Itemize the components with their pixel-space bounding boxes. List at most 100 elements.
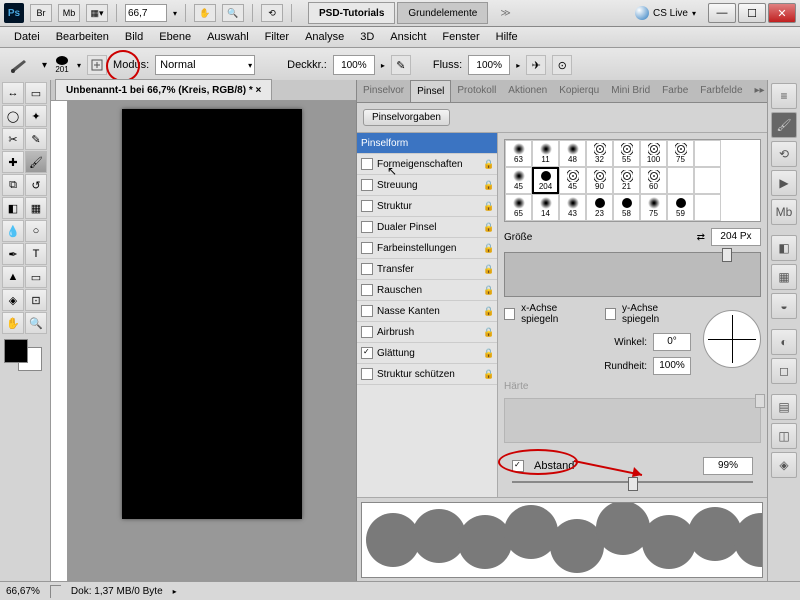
adjustments-dock-icon[interactable]: ◐ [771,329,797,355]
minimize-button[interactable]: — [708,3,736,23]
menu-hilfe[interactable]: Hilfe [488,27,526,47]
menu-bearbeiten[interactable]: Bearbeiten [48,27,117,47]
canvas[interactable] [122,109,302,519]
document-tab[interactable]: Unbenannt-1 bei 66,7% (Kreis, RGB/8) * × [55,79,272,101]
brush-cell[interactable] [667,167,694,194]
panel-tab-protokoll[interactable]: Protokoll [451,80,502,102]
shape-tool[interactable]: ▭ [25,266,47,288]
history-brush-tool[interactable]: ↺ [25,174,47,196]
type-tool[interactable]: T [25,243,47,265]
shape-option[interactable]: Struktur schützen🔒 [357,364,497,385]
heal-tool[interactable]: ✚ [2,151,24,173]
brush-cell[interactable]: 75 [640,194,667,221]
doc-pill-grund[interactable]: Grundelemente [397,2,488,24]
swatches-dock-icon[interactable]: ▦ [771,264,797,290]
paths-dock-icon[interactable]: ◈ [771,452,797,478]
pen-tool[interactable]: ✒ [2,243,24,265]
hand-tool[interactable]: ✋ [2,312,24,334]
wand-tool[interactable]: ✦ [25,105,47,127]
tab-close-icon[interactable]: × [256,85,262,96]
spacing-checkbox[interactable] [512,460,524,472]
brush-cell[interactable] [694,167,721,194]
brush-cell[interactable]: 100 [640,140,667,167]
panel-tab-pinsel[interactable]: Pinsel [410,80,451,103]
history-dock-icon[interactable]: ⟲ [771,141,797,167]
shape-option[interactable]: Struktur🔒 [357,196,497,217]
3d-tool[interactable]: ◈ [2,289,24,311]
pressure-size-icon[interactable]: ⊙ [552,55,572,75]
roundness-value[interactable]: 100% [653,357,691,375]
dodge-tool[interactable]: ○ [25,220,47,242]
brush-presets-button[interactable]: Pinselvorgaben [363,109,450,126]
more-icon[interactable]: ≫ [500,8,510,19]
layout-icon[interactable]: ▦▾ [86,4,108,22]
color-dock-icon[interactable]: ◧ [771,235,797,261]
brush-cell[interactable]: 90 [586,167,613,194]
shape-option[interactable]: Farbeinstellungen🔒 [357,238,497,259]
brush-cell[interactable]: 11 [532,140,559,167]
menu-ansicht[interactable]: Ansicht [382,27,434,47]
minibridge-icon[interactable]: Mb [58,4,80,22]
brush-grid[interactable]: 6311483255100754520445902160651443235875… [504,139,761,222]
maximize-button[interactable]: ☐ [738,3,766,23]
shape-option[interactable]: Rauschen🔒 [357,280,497,301]
pressure-opacity-icon[interactable]: ✎ [391,55,411,75]
close-button[interactable]: ✕ [768,3,796,23]
shape-checkbox[interactable] [361,158,373,170]
brush-cell[interactable]: 21 [613,167,640,194]
opacity-input[interactable] [333,55,375,75]
shape-checkbox[interactable] [361,305,373,317]
doc-pill-psd[interactable]: PSD-Tutorials [308,2,395,24]
shape-checkbox[interactable] [361,179,373,191]
angle-value[interactable]: 0° [653,333,691,351]
brush-dock-icon[interactable]: 🖌 [771,112,797,138]
shape-checkbox[interactable] [361,326,373,338]
brush-cell[interactable]: 43 [559,194,586,221]
brush-cell[interactable]: 32 [586,140,613,167]
bridge-icon[interactable]: Br [30,4,52,22]
shape-option[interactable]: Nasse Kanten🔒 [357,301,497,322]
panel-tab-farbe[interactable]: Farbe [656,80,694,102]
airbrush-icon[interactable]: ✈ [526,55,546,75]
lasso-tool[interactable]: ◯ [2,105,24,127]
modus-dropdown[interactable]: Normal [155,55,255,75]
mirror-x-checkbox[interactable] [504,308,515,320]
layers-dock-icon[interactable]: ▤ [771,394,797,420]
pinselform-header[interactable]: Pinselform [357,133,497,154]
shape-option[interactable]: Airbrush🔒 [357,322,497,343]
eraser-tool[interactable]: ◧ [2,197,24,219]
mirror-y-checkbox[interactable] [605,308,616,320]
flow-input[interactable] [468,55,510,75]
shape-option[interactable]: Formeigenschaften🔒↖ [357,154,497,175]
brush-cell[interactable]: 45 [559,167,586,194]
panel-tabs-more[interactable]: ▸▸ [749,80,767,102]
brush-panel-toggle[interactable] [87,55,107,75]
spacing-slider[interactable] [512,481,753,483]
brush-cell[interactable]: 60 [640,167,667,194]
menu-3d[interactable]: 3D [352,27,382,47]
spacing-value[interactable]: 99% [703,457,753,475]
cslive-label[interactable]: CS Live [653,8,688,19]
hand-icon[interactable]: ✋ [194,4,216,22]
shape-checkbox[interactable] [361,347,373,359]
status-zoom[interactable]: 66,67% [6,586,40,597]
brush-cell[interactable]: 48 [559,140,586,167]
blur-tool[interactable]: 💧 [2,220,24,242]
panel-tab-aktionen[interactable]: Aktionen [502,80,553,102]
menu-datei[interactable]: Datei [6,27,48,47]
brush-cell[interactable]: 14 [532,194,559,221]
menu-ebene[interactable]: Ebene [151,27,199,47]
zoom-field[interactable]: 66,7 [125,4,167,22]
brush-cell[interactable]: 204 [532,167,559,194]
brush-tool[interactable]: 🖌 [25,151,47,173]
brush-cell[interactable] [694,194,721,221]
marquee-tool[interactable]: ▭ [25,82,47,104]
menu-filter[interactable]: Filter [257,27,297,47]
move-tool[interactable]: ↔ [2,82,24,104]
stamp-tool[interactable]: ⧉ [2,174,24,196]
minibridge-dock-icon[interactable]: Mb [771,199,797,225]
angle-widget[interactable] [703,310,761,368]
brush-cell[interactable]: 75 [667,140,694,167]
shape-checkbox[interactable] [361,200,373,212]
shape-checkbox[interactable] [361,263,373,275]
